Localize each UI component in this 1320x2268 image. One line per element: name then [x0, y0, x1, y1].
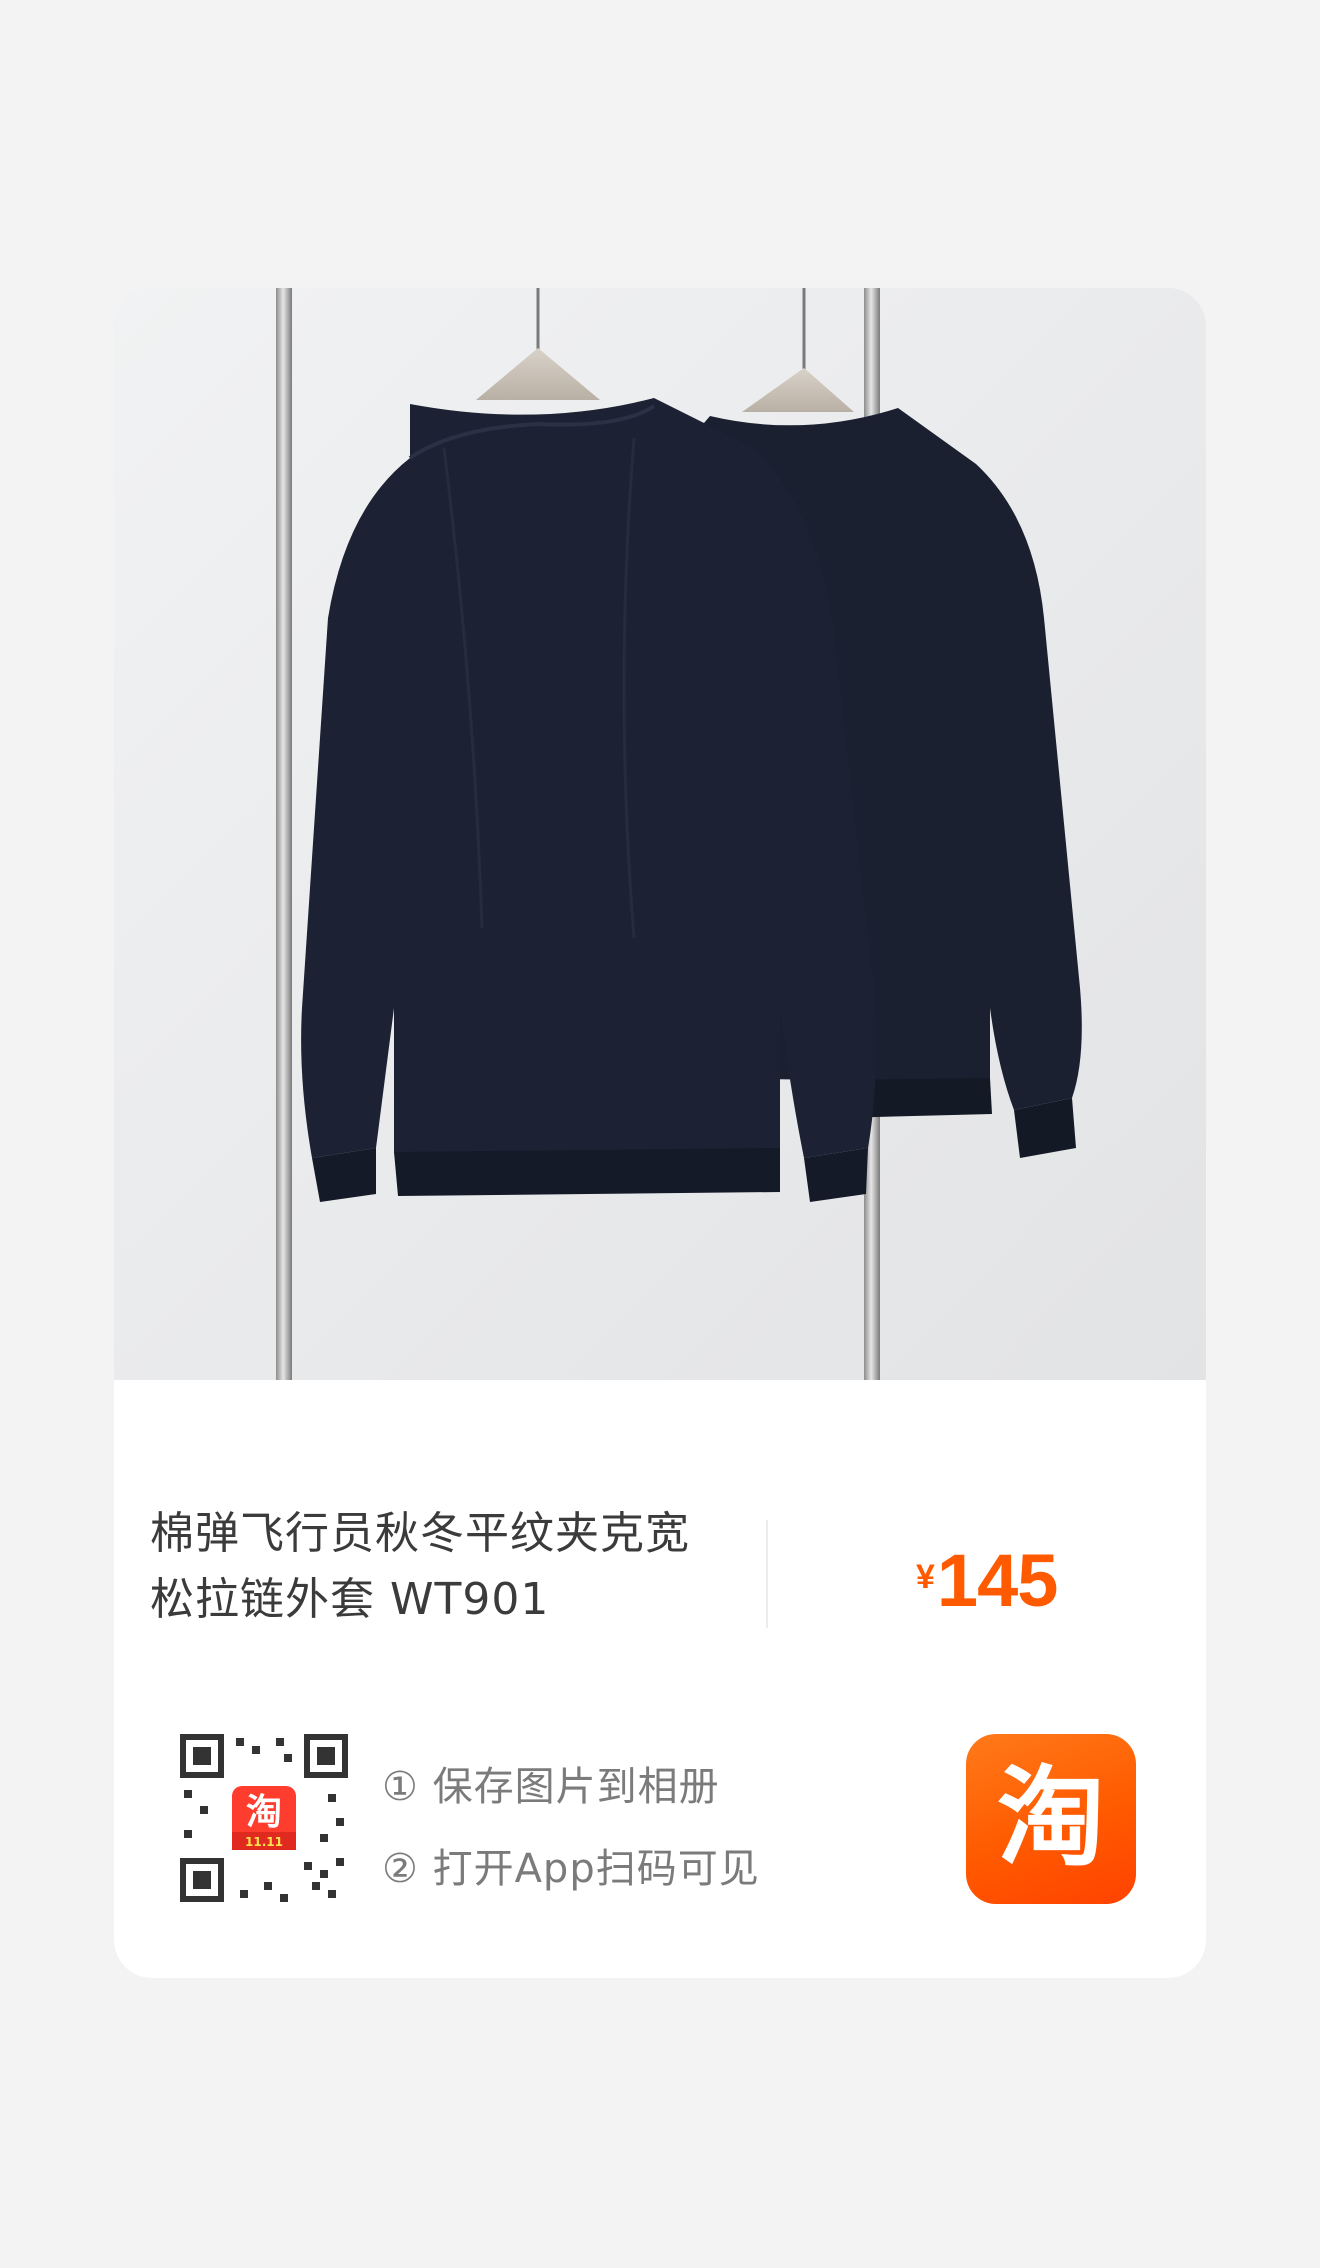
product-photo[interactable]: [114, 288, 1206, 1380]
taobao-app-icon: 淘: [966, 1734, 1136, 1904]
product-title-line1: 棉弹飞行员秋冬平纹夹克宽: [150, 1508, 690, 1559]
qr-code: 淘 11.11: [180, 1734, 348, 1902]
instruction-save-image: ① 保存图片到相册: [382, 1764, 720, 1810]
rack-pole-left: [276, 288, 292, 1380]
price-amount: 145: [936, 1539, 1058, 1622]
qr-code-image: 淘 11.11: [180, 1734, 348, 1902]
taobao-logo-glyph: 淘: [996, 1756, 1105, 1881]
share-card: 棉弹飞行员秋冬平纹夹克宽 松拉链外套 WT901 ¥145 淘 11.11 ① …: [114, 288, 1206, 1978]
qr-badge-glyph: 淘: [246, 1792, 282, 1833]
product-title: 棉弹飞行员秋冬平纹夹克宽 松拉链外套 WT901: [150, 1501, 770, 1633]
price-currency: ¥: [916, 1558, 935, 1596]
product-image: [114, 288, 1206, 1380]
instruction-scan-in-app: ② 打开App扫码可见: [382, 1846, 760, 1892]
qr-badge-sub: 11.11: [245, 1835, 283, 1849]
product-price: ¥145: [916, 1538, 1058, 1623]
product-title-line2: 松拉链外套 WT901: [150, 1574, 550, 1625]
title-price-divider: [766, 1520, 768, 1628]
